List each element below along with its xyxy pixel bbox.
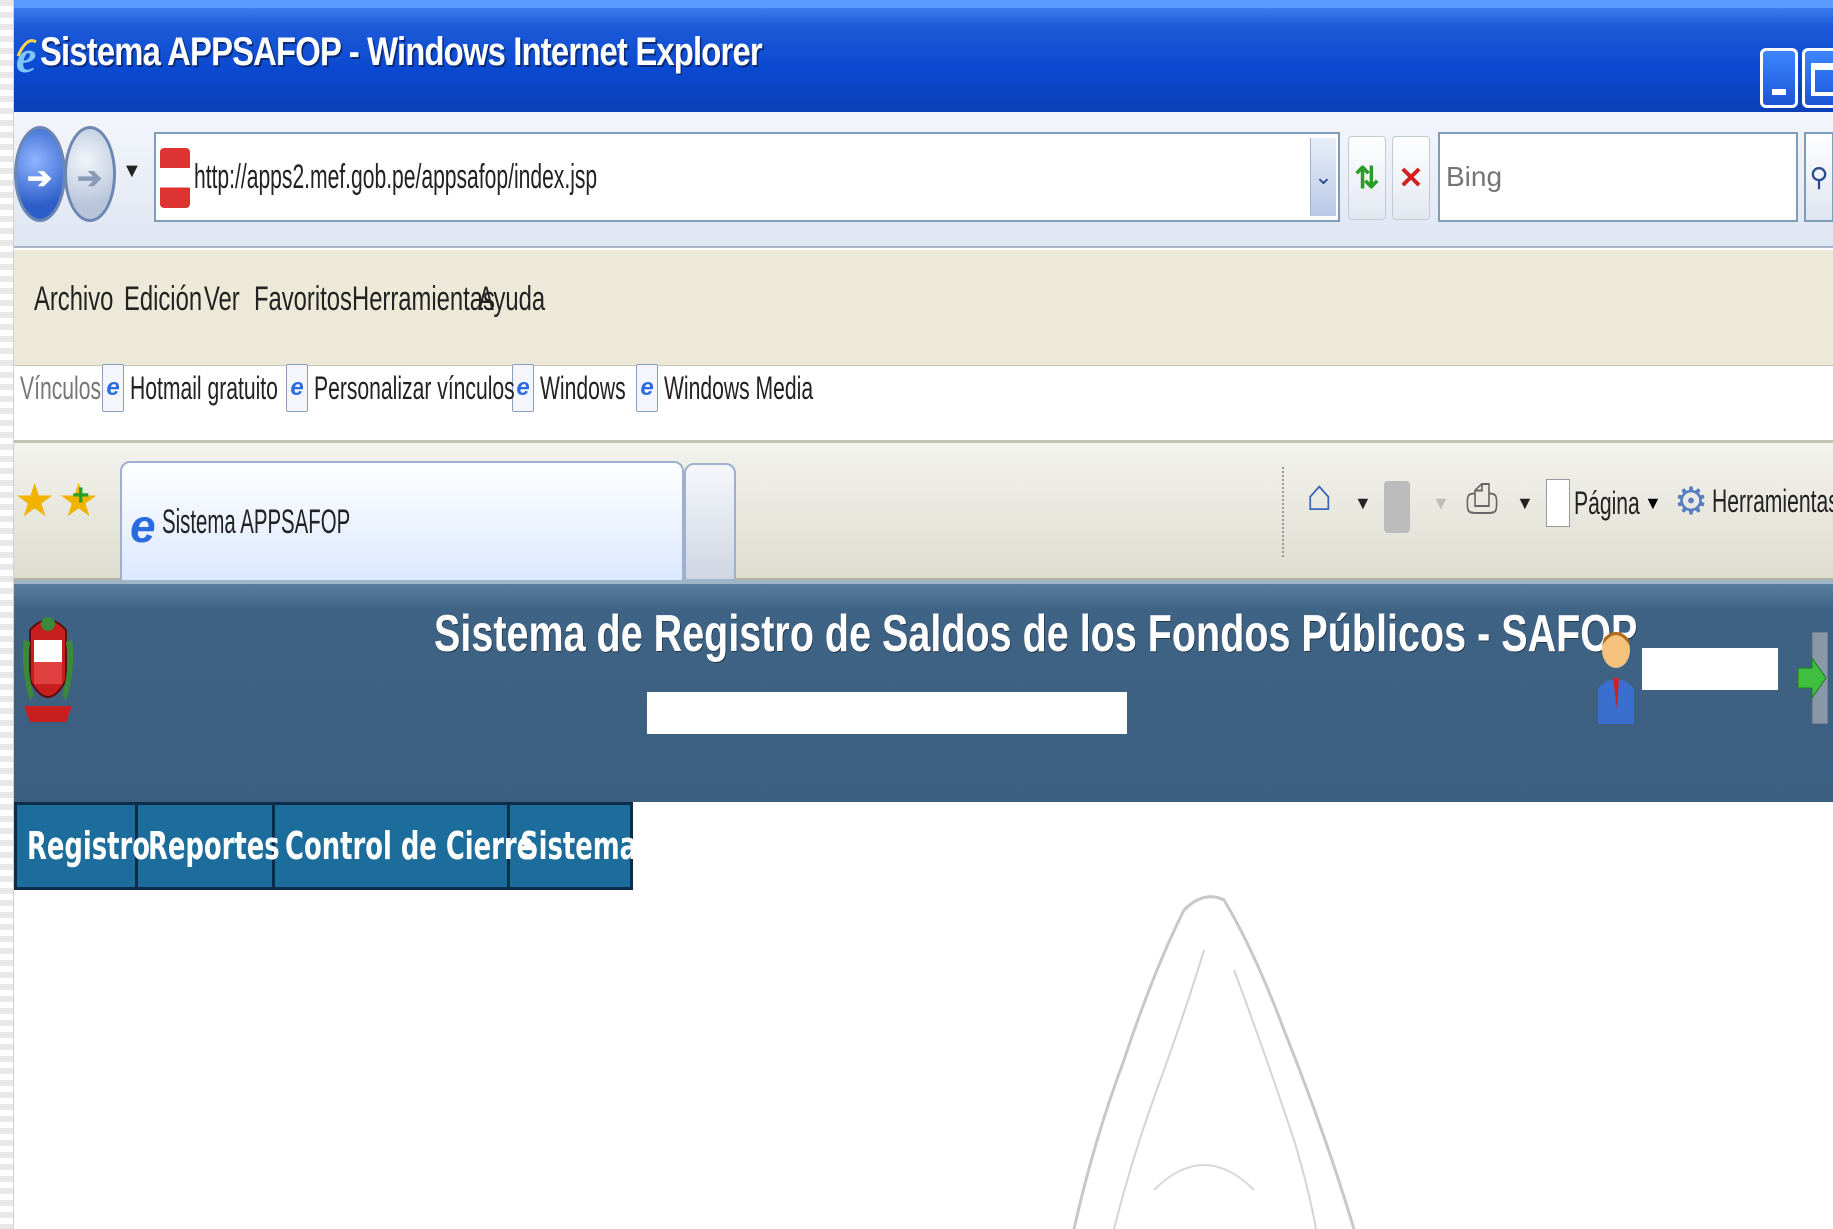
tools-menu-label: Herramientas xyxy=(1712,483,1833,519)
menu-herramientas[interactable]: Herramientas xyxy=(352,280,495,319)
menu-edicion[interactable]: Edición xyxy=(124,280,202,319)
link-windows[interactable]: e Windows xyxy=(512,364,626,412)
refresh-button[interactable]: ⇅ xyxy=(1348,136,1386,220)
tab-label: Sistema APPSAFOP xyxy=(162,503,351,541)
browser-window: e Sistema APPSAFOP - Windows Internet Ex… xyxy=(14,0,1833,1229)
menu-archivo[interactable]: Archivo xyxy=(34,280,113,319)
menu-registro-label: Registro xyxy=(27,824,151,868)
user-name-redacted xyxy=(1642,648,1778,690)
address-url: http://apps2.mef.gob.pe/appsafop/index.j… xyxy=(194,158,598,196)
menu-ayuda[interactable]: Ayuda xyxy=(478,280,545,319)
page-dropdown-icon: ▼ xyxy=(1644,492,1662,513)
ie-tab-icon: e xyxy=(130,500,156,552)
menu-reportes-label: Reportes xyxy=(148,824,280,868)
tab-sistema-appsafop[interactable]: e Sistema APPSAFOP xyxy=(120,461,684,581)
search-icon[interactable]: ⚲ xyxy=(1804,132,1833,222)
app-header: Sistema de Registro de Saldos de los Fon… xyxy=(14,580,1833,802)
menu-bar: Archivo Edición Ver Favoritos Herramient… xyxy=(14,250,1833,366)
menu-sistema[interactable]: Sistema xyxy=(507,802,637,890)
page-icon xyxy=(1546,479,1570,527)
link-label: Windows Media xyxy=(664,369,814,406)
maximize-button[interactable] xyxy=(1802,48,1833,108)
tab-bar: ★ ★ e Sistema APPSAFOP ⌂ ▼ ▼ ⎙ ▼ Página … xyxy=(14,440,1833,581)
print-dropdown-icon[interactable]: ▼ xyxy=(1516,493,1534,514)
back-button[interactable]: ➔ xyxy=(14,126,66,222)
app-main-menu: Registro Reportes Control de Cierre Sist… xyxy=(14,802,637,890)
menu-control-de-cierre[interactable]: Control de Cierre xyxy=(272,802,534,890)
address-field[interactable]: http://apps2.mef.gob.pe/appsafop/index.j… xyxy=(154,132,1340,222)
menu-sistema-label: Sistema xyxy=(520,824,638,868)
link-label: Hotmail gratuito xyxy=(130,369,278,406)
page-menu-button[interactable]: Página ▼ xyxy=(1546,479,1662,527)
entity-name-redacted xyxy=(647,692,1127,734)
menu-reportes[interactable]: Reportes xyxy=(135,802,280,890)
home-icon[interactable]: ⌂ xyxy=(1306,471,1333,521)
link-label: Personalizar vínculos xyxy=(314,369,515,406)
print-icon[interactable]: ⎙ xyxy=(1466,477,1498,522)
stop-button[interactable]: ✕ xyxy=(1392,136,1430,220)
recent-pages-dropdown[interactable]: ▼ xyxy=(122,160,142,183)
back-arrow-icon: ➔ xyxy=(27,162,53,195)
ie-page-icon: e xyxy=(286,364,308,412)
link-windows-media[interactable]: e Windows Media xyxy=(636,364,814,412)
app-title: Sistema de Registro de Saldos de los Fon… xyxy=(434,605,1638,663)
site-favicon-icon xyxy=(160,148,190,208)
background-watermark xyxy=(1072,895,1356,1229)
forward-button[interactable]: ➔ xyxy=(64,126,116,222)
address-dropdown-button[interactable]: ⌄ xyxy=(1310,138,1336,216)
link-label: Windows xyxy=(540,369,626,406)
window-title: Sistema APPSAFOP - Windows Internet Expl… xyxy=(40,30,763,74)
menu-control-de-cierre-label: Control de Cierre xyxy=(285,824,535,868)
ie-page-icon: e xyxy=(102,364,124,412)
slide-gutter xyxy=(0,0,14,1229)
favorites-star-icon[interactable]: ★ xyxy=(14,473,55,527)
page-menu-label: Página xyxy=(1574,484,1640,521)
ie-logo-icon: e xyxy=(16,31,37,82)
link-hotmail[interactable]: e Hotmail gratuito xyxy=(102,364,278,412)
new-tab-button[interactable] xyxy=(684,463,736,581)
link-personalizar[interactable]: e Personalizar vínculos xyxy=(286,364,515,412)
feeds-icon[interactable] xyxy=(1384,481,1410,533)
gear-icon: ⚙ xyxy=(1674,481,1709,523)
search-input[interactable] xyxy=(1440,134,1796,220)
links-label: Vínculos xyxy=(20,369,102,406)
search-field[interactable] xyxy=(1438,132,1798,222)
menu-registro[interactable]: Registro xyxy=(14,802,150,890)
ie-page-icon: e xyxy=(636,364,658,412)
add-favorite-icon[interactable]: ★ xyxy=(58,473,99,527)
links-bar: Vínculos e Hotmail gratuito e Personaliz… xyxy=(20,364,814,412)
feeds-dropdown-icon[interactable]: ▼ xyxy=(1432,493,1450,514)
minimize-button[interactable] xyxy=(1760,48,1798,108)
home-dropdown-icon[interactable]: ▼ xyxy=(1354,493,1372,514)
forward-arrow-icon: ➔ xyxy=(77,162,103,195)
title-bar: e Sistema APPSAFOP - Windows Internet Ex… xyxy=(14,0,1833,112)
user-avatar-icon xyxy=(1598,632,1634,724)
toolbar-separator xyxy=(1282,467,1284,557)
ie-page-icon: e xyxy=(512,364,534,412)
menu-favoritos[interactable]: Favoritos xyxy=(254,280,352,319)
tools-menu-button[interactable]: ⚙ Herramientas xyxy=(1674,479,1833,524)
menu-ver[interactable]: Ver xyxy=(204,280,240,319)
logout-icon[interactable] xyxy=(1798,632,1828,724)
svg-text:e: e xyxy=(16,31,36,82)
peru-coat-of-arms-icon xyxy=(22,617,74,722)
address-toolbar: ➔ ➔ ▼ http://apps2.mef.gob.pe/appsafop/i… xyxy=(14,112,1833,248)
